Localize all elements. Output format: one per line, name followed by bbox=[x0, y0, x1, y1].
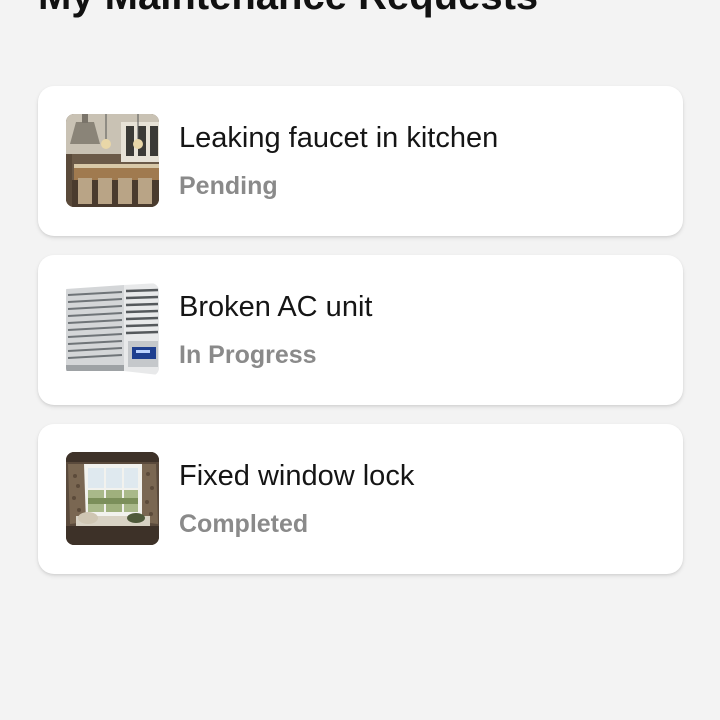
maintenance-requests-screen: My Maintenance Requests bbox=[0, 0, 720, 720]
request-title: Broken AC unit bbox=[179, 291, 373, 323]
request-title: Fixed window lock bbox=[179, 460, 415, 492]
kitchen-photo-icon bbox=[66, 114, 159, 207]
ac-unit-photo-thumbnail bbox=[66, 283, 159, 376]
request-card[interactable]: Broken AC unit In Progress bbox=[38, 255, 683, 405]
request-status: In Progress bbox=[179, 341, 317, 369]
request-status: Pending bbox=[179, 172, 278, 200]
page-title: My Maintenance Requests bbox=[38, 0, 538, 20]
request-title: Leaking faucet in kitchen bbox=[179, 122, 499, 154]
window-photo-icon bbox=[66, 452, 159, 545]
request-status: Completed bbox=[179, 510, 309, 538]
kitchen-photo-thumbnail bbox=[66, 114, 159, 207]
ac-unit-photo-icon bbox=[66, 283, 159, 376]
window-photo-thumbnail bbox=[66, 452, 159, 545]
request-card[interactable]: Leaking faucet in kitchen Pending bbox=[38, 86, 683, 236]
request-card[interactable]: Fixed window lock Completed bbox=[38, 424, 683, 574]
